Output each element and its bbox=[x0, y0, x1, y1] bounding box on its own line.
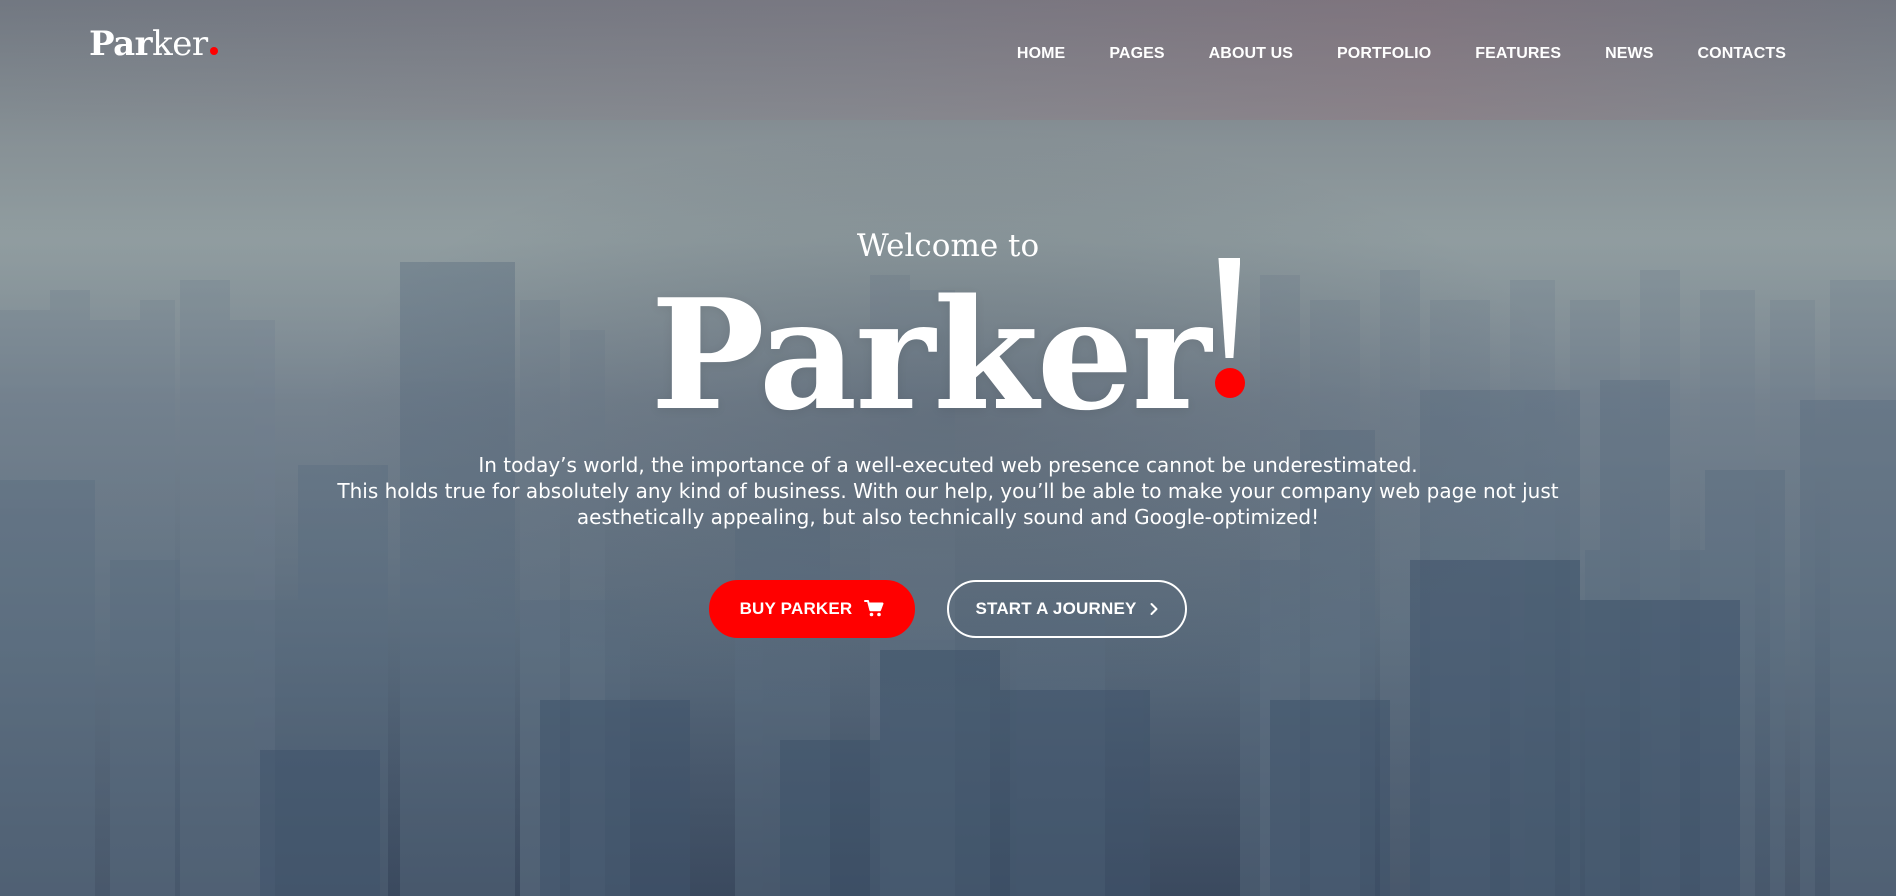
intro-line: aesthetically appealing, but also techni… bbox=[576, 505, 1320, 529]
hero-intro: In today’s world, the importance of a we… bbox=[0, 452, 1896, 530]
buy-parker-label: BUY PARKER bbox=[739, 599, 853, 618]
hero-welcome: Welcome to bbox=[856, 228, 1040, 264]
intro-line: This holds true for absolutely any kind … bbox=[337, 479, 1559, 503]
hero-actions: BUY PARKER START A JOURNEY bbox=[0, 580, 1896, 638]
exclamation-mark-icon bbox=[1213, 258, 1246, 408]
hero-title-text: Parker bbox=[650, 265, 1212, 444]
chevron-right-icon bbox=[1149, 602, 1159, 616]
start-journey-button[interactable]: START A JOURNEY bbox=[947, 580, 1187, 638]
start-journey-label: START A JOURNEY bbox=[975, 599, 1137, 618]
buy-parker-button[interactable]: BUY PARKER bbox=[709, 580, 915, 638]
hero-section: Welcome to Parker In today’s world, the … bbox=[0, 0, 1896, 896]
intro-line: In today’s world, the importance of a we… bbox=[478, 453, 1418, 477]
shopping-cart-icon bbox=[864, 600, 884, 618]
hero-title: Parker bbox=[0, 258, 1896, 435]
